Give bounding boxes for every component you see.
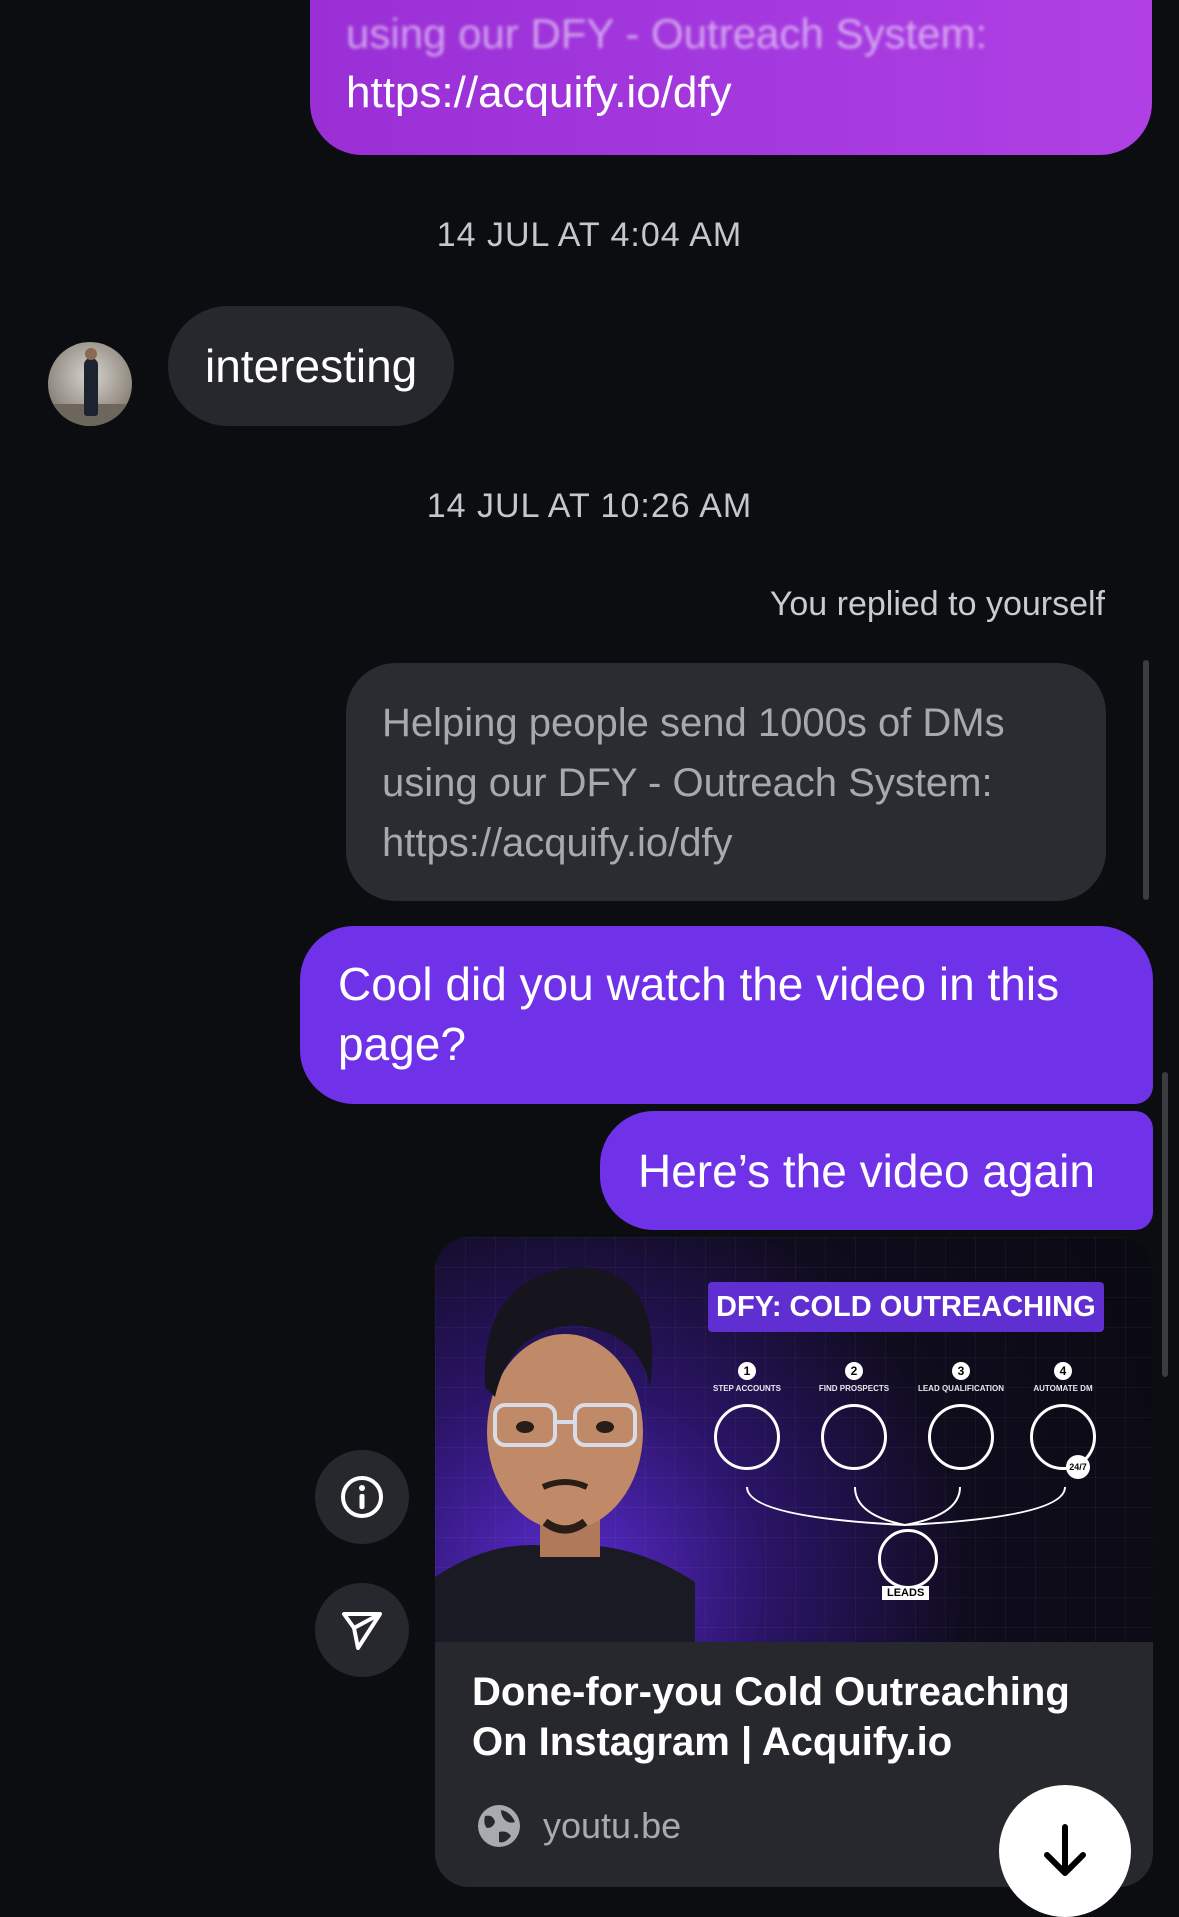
card-domain: youtu.be — [475, 1802, 681, 1850]
thumbnail-step: 2 FIND PROSPECTS — [799, 1362, 909, 1470]
video-thumbnail[interactable]: DFY: COLD OUTREACHING 1 STEP ACCOUNTS 2 … — [435, 1237, 1153, 1642]
timestamp: 14 JUL AT 10:26 AM — [426, 487, 753, 525]
message-text: Cool did you watch the video in this — [338, 958, 1060, 1010]
always-on-badge: 24/7 — [1066, 1455, 1090, 1479]
timestamp: 14 JUL AT 4:04 AM — [436, 216, 743, 254]
step-number: 1 — [738, 1362, 756, 1380]
thumbnail-headline: DFY: COLD OUTREACHING — [708, 1282, 1104, 1332]
step-number: 2 — [845, 1362, 863, 1380]
thumbnail-step: 4 AUTOMATE DM — [1008, 1362, 1118, 1470]
scroll-to-bottom-button[interactable] — [999, 1785, 1131, 1917]
thumbnail-step: 3 LEAD QUALIFICATION — [906, 1362, 1016, 1470]
message-text-faded: using our DFY - Outreach System: — [346, 10, 988, 57]
search-prospects-icon — [821, 1404, 887, 1470]
step-label: AUTOMATE DM — [1033, 1384, 1093, 1393]
info-icon — [341, 1476, 383, 1518]
info-button[interactable] — [315, 1450, 409, 1544]
message-text: Here’s the video again — [638, 1144, 1095, 1197]
outgoing-message[interactable]: Cool did you watch the video in this pag… — [300, 926, 1153, 1104]
domain-text: youtu.be — [543, 1805, 682, 1846]
scrollbar[interactable] — [1162, 1072, 1168, 1377]
message-text: page? — [338, 1018, 466, 1070]
arrow-down-icon — [1044, 1824, 1086, 1876]
card-title-line: On Instagram | Acquify.io — [472, 1720, 953, 1764]
funnel-icon — [928, 1404, 994, 1470]
step-label: FIND PROSPECTS — [818, 1384, 890, 1393]
accounts-icon — [714, 1404, 780, 1470]
outgoing-message-link[interactable]: using our DFY - Outreach System: https:/… — [310, 0, 1152, 155]
thumbnail-step: 1 STEP ACCOUNTS — [692, 1362, 802, 1470]
card-title-line: Done-for-you Cold Outreaching — [472, 1670, 1070, 1714]
quoted-line: Helping people send 1000s of DMs — [382, 701, 1005, 745]
step-label: LEAD QUALIFICATION — [917, 1384, 1005, 1393]
quoted-line: using our DFY - Outreach System: — [382, 761, 993, 805]
message-link[interactable]: https://acquify.io/dfy — [346, 68, 732, 118]
presenter-portrait — [435, 1267, 695, 1642]
quoted-message[interactable]: Helping people send 1000s of DMs using o… — [346, 663, 1106, 901]
leads-icon — [878, 1529, 938, 1589]
card-title[interactable]: Done-for-you Cold Outreaching On Instagr… — [472, 1667, 1132, 1767]
quoted-line: https://acquify.io/dfy — [382, 821, 733, 865]
message-text: interesting — [205, 340, 418, 392]
globe-icon — [478, 1805, 520, 1847]
share-button[interactable] — [315, 1583, 409, 1677]
leads-label: LEADS — [882, 1586, 930, 1600]
incoming-message[interactable]: interesting — [168, 306, 455, 426]
send-icon — [342, 1612, 382, 1650]
scrollbar[interactable] — [1143, 660, 1149, 900]
step-number: 3 — [952, 1362, 970, 1380]
avatar[interactable] — [48, 342, 132, 426]
step-number: 4 — [1054, 1362, 1072, 1380]
step-label: STEP ACCOUNTS — [712, 1384, 781, 1393]
reply-note: You replied to yourself — [769, 585, 1105, 623]
outgoing-message[interactable]: Here’s the video again — [600, 1111, 1153, 1230]
